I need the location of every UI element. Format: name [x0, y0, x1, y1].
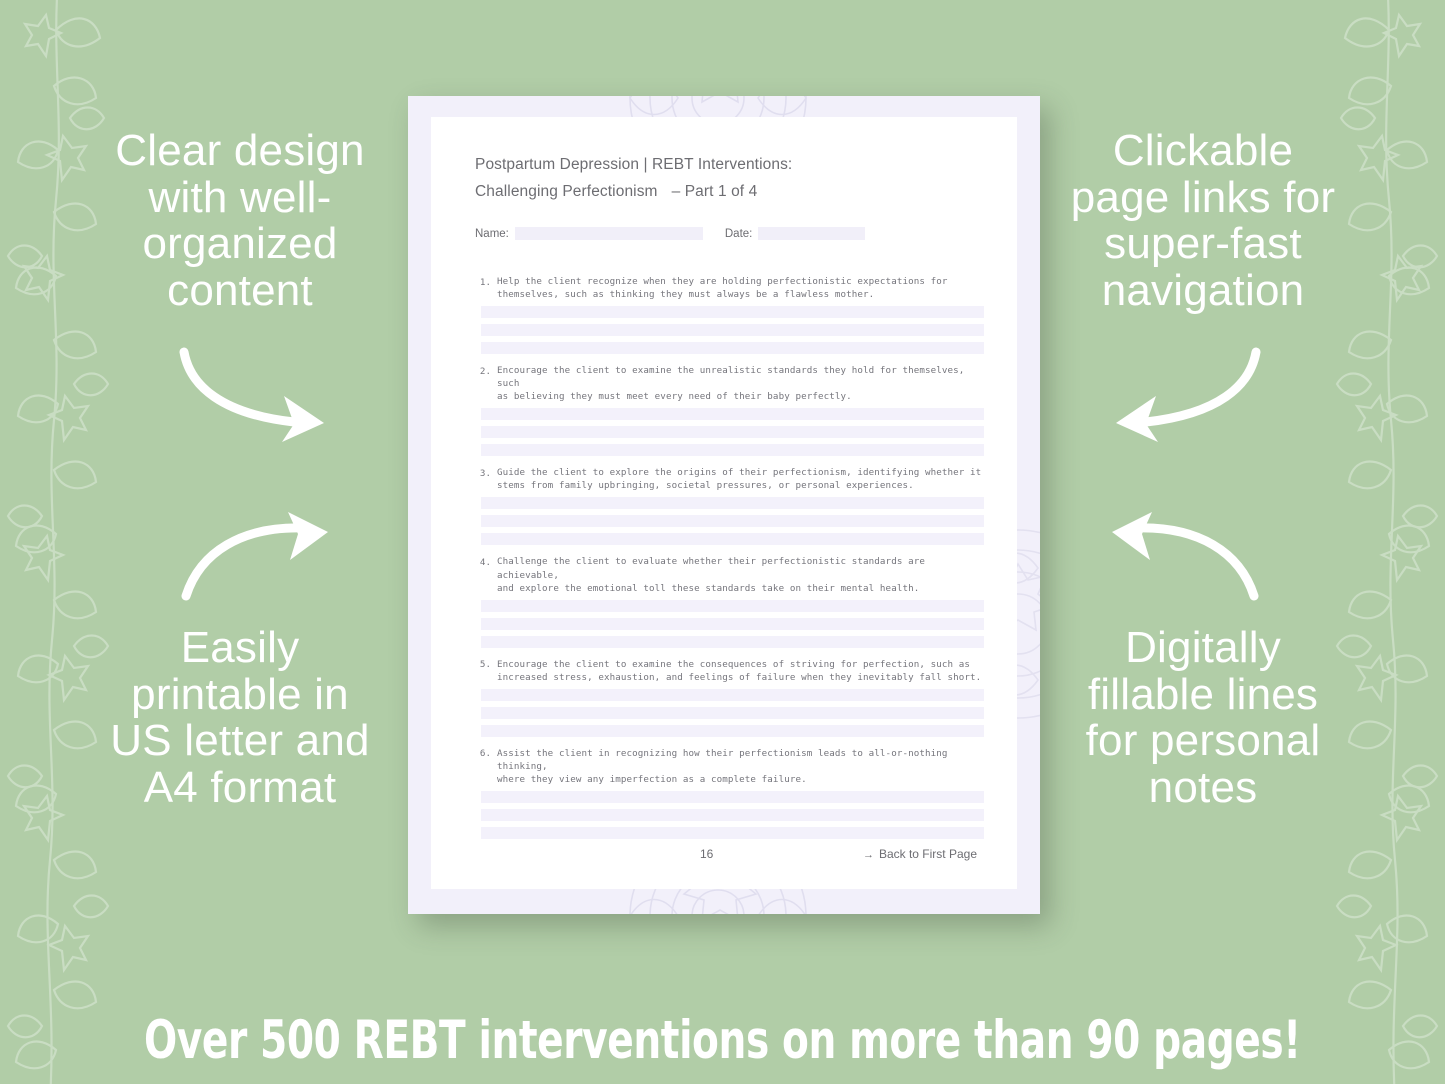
- document-subtitle: Challenging Perfectionism: [475, 182, 658, 200]
- promo-clickable-links: Clickable page links for super-fast navi…: [1070, 126, 1336, 315]
- document-preview[interactable]: Postpartum Depression | REBT Interventio…: [408, 96, 1040, 914]
- fillable-line[interactable]: [481, 497, 984, 510]
- fillable-line[interactable]: [481, 688, 984, 701]
- fillable-lines: [481, 408, 984, 457]
- fillable-lines: [481, 306, 984, 355]
- item-number: 6.: [479, 748, 491, 760]
- promo-clear-design: Clear design with well- organized conten…: [115, 126, 365, 315]
- list-item: 2. Encourage the client to examine the u…: [475, 364, 984, 457]
- item-number: 3.: [479, 467, 491, 479]
- item-number: 5.: [479, 659, 491, 671]
- fillable-line[interactable]: [481, 408, 984, 421]
- fillable-line[interactable]: [481, 826, 984, 839]
- fillable-lines: [481, 599, 984, 648]
- name-date-row: Name: Date:: [475, 227, 977, 240]
- list-item: 1. Help the client recognize when they a…: [475, 275, 984, 355]
- document-part-label: – Part 1 of 4: [671, 182, 758, 200]
- item-number: 4.: [479, 556, 491, 568]
- fillable-line[interactable]: [481, 790, 984, 803]
- bottom-banner: Over 500 REBT interventions on more than…: [0, 996, 1445, 1084]
- name-label: Name:: [475, 227, 509, 240]
- document-header: Postpartum Depression | REBT Interventio…: [475, 152, 977, 205]
- item-number: 1.: [479, 276, 491, 288]
- item-text: Encourage the client to examine the unre…: [497, 365, 965, 403]
- document-footer: 16 → Back to First Page: [475, 847, 977, 861]
- item-text: Assist the client in recognizing how the…: [497, 747, 948, 785]
- fillable-line[interactable]: [481, 324, 984, 337]
- document-page: Postpartum Depression | REBT Interventio…: [431, 117, 1017, 889]
- fillable-line[interactable]: [481, 426, 984, 439]
- fillable-line[interactable]: [481, 306, 984, 319]
- list-item: 5. Encourage the client to examine the c…: [475, 658, 984, 737]
- document-title-line1: Postpartum Depression | REBT Interventio…: [475, 156, 793, 173]
- curved-arrow-left-up-icon: [1096, 508, 1264, 604]
- page-number: 16: [700, 847, 714, 861]
- fillable-line[interactable]: [481, 342, 984, 355]
- fillable-line[interactable]: [481, 808, 984, 821]
- document-title-line2: Challenging Perfectionism – Part 1 of 4: [475, 179, 977, 206]
- item-text: Guide the client to explore the origins …: [497, 467, 982, 492]
- curved-arrow-left-down-icon: [1096, 344, 1264, 442]
- fillable-lines: [481, 497, 984, 546]
- fillable-line[interactable]: [481, 533, 984, 546]
- promo-easily-printable: Easily printable in US letter and A4 for…: [110, 623, 370, 812]
- fillable-line[interactable]: [481, 724, 984, 737]
- curved-arrow-right-down-icon: [176, 344, 344, 442]
- item-text: Encourage the client to examine the cons…: [497, 658, 982, 683]
- promo-fillable-lines: Digitally fillable lines for personal no…: [1085, 623, 1321, 812]
- name-input[interactable]: [514, 227, 703, 240]
- fillable-lines: [481, 790, 984, 839]
- bottom-banner-text: Over 500 REBT interventions on more than…: [144, 1009, 1301, 1071]
- list-item: 4. Challenge the client to evaluate whet…: [475, 555, 984, 648]
- date-input[interactable]: [758, 227, 866, 240]
- fillable-line[interactable]: [481, 706, 984, 719]
- fillable-line[interactable]: [481, 444, 984, 457]
- fillable-lines: [481, 688, 984, 737]
- date-label: Date:: [724, 227, 753, 240]
- item-number: 2.: [479, 365, 491, 377]
- list-item: 3. Guide the client to explore the origi…: [475, 466, 984, 546]
- curved-arrow-right-up-icon: [176, 508, 344, 604]
- item-text: Help the client recognize when they are …: [497, 276, 948, 301]
- fillable-line[interactable]: [481, 599, 984, 612]
- back-to-first-page-label: Back to First Page: [878, 847, 977, 861]
- intervention-list: 1. Help the client recognize when they a…: [475, 275, 984, 849]
- fillable-line[interactable]: [481, 515, 984, 528]
- arrow-right-icon: →: [862, 849, 874, 861]
- back-to-first-page-link[interactable]: → Back to First Page: [863, 847, 977, 861]
- fillable-line[interactable]: [481, 617, 984, 630]
- list-item: 6. Assist the client in recognizing how …: [475, 747, 984, 839]
- item-text: Challenge the client to evaluate whether…: [497, 556, 925, 594]
- fillable-line[interactable]: [481, 635, 984, 648]
